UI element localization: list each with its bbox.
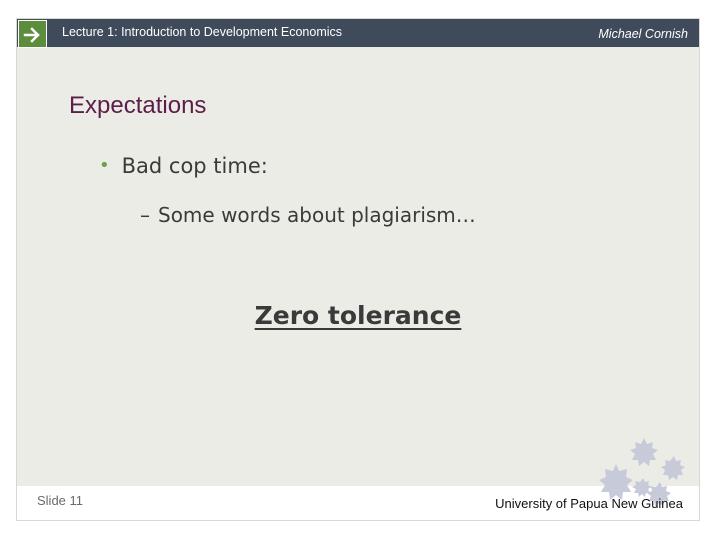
institution-name: University of Papua New Guinea	[495, 496, 683, 511]
header-bar: Lecture 1: Introduction to Development E…	[17, 19, 699, 48]
lecture-title: Lecture 1: Introduction to Development E…	[62, 25, 343, 39]
author-name: Michael Cornish	[598, 27, 688, 41]
arrow-right-icon	[18, 20, 47, 48]
bullet-dot-icon: •	[99, 155, 110, 176]
slide-heading: Expectations	[69, 92, 207, 119]
bullet-item: • Bad cop time:	[99, 154, 268, 178]
sub-bullet-text: Some words about plagiarism…	[158, 203, 476, 227]
sub-bullet-item: – Some words about plagiarism…	[140, 203, 476, 227]
emphasis-text: Zero tolerance	[254, 301, 462, 330]
dash-icon: –	[140, 203, 150, 227]
bullet-text: Bad cop time:	[121, 154, 268, 178]
slide: Lecture 1: Introduction to Development E…	[16, 18, 700, 521]
slide-number: Slide 11	[37, 493, 84, 508]
